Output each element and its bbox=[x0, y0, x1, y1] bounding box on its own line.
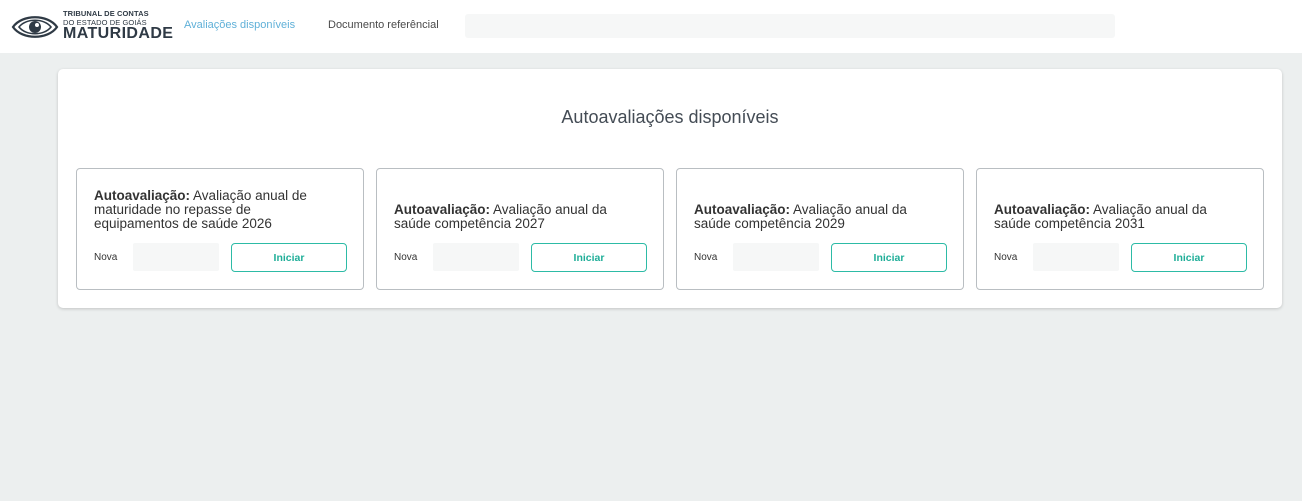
assessment-card: Autoavaliação: Avaliação anual da saúde … bbox=[976, 168, 1264, 290]
eye-logo-icon bbox=[11, 16, 59, 38]
card-title-prefix: Autoavaliação: bbox=[694, 202, 791, 217]
card-field bbox=[1033, 243, 1119, 271]
start-button[interactable]: Iniciar bbox=[531, 243, 647, 272]
assessments-panel: Autoavaliações disponíveis Autoavaliação… bbox=[58, 69, 1282, 308]
assessment-card: Autoavaliação: Avaliação anual da saúde … bbox=[376, 168, 664, 290]
assessment-card: Autoavaliação: Avaliação anual da saúde … bbox=[676, 168, 964, 290]
card-field bbox=[133, 243, 219, 271]
start-button[interactable]: Iniciar bbox=[831, 243, 947, 272]
card-title: Autoavaliação: Avaliação anual da saúde … bbox=[694, 203, 914, 231]
card-title: Autoavaliação: Avaliação anual da saúde … bbox=[994, 203, 1214, 231]
card-status: Nova bbox=[394, 252, 418, 263]
logo[interactable]: TRIBUNAL DE CONTAS DO ESTADO DE GOIÁS MA… bbox=[10, 9, 173, 45]
assessment-card: Autoavaliação: Avaliação anual de maturi… bbox=[76, 168, 364, 290]
logo-text: TRIBUNAL DE CONTAS DO ESTADO DE GOIÁS MA… bbox=[63, 10, 173, 42]
card-title: Autoavaliação: Avaliação anual da saúde … bbox=[394, 203, 614, 231]
page-title: Autoavaliações disponíveis bbox=[561, 107, 779, 127]
card-field bbox=[433, 243, 519, 271]
search-input[interactable] bbox=[465, 14, 1115, 38]
card-status: Nova bbox=[994, 252, 1018, 263]
card-title-prefix: Autoavaliação: bbox=[394, 202, 491, 217]
top-navbar: TRIBUNAL DE CONTAS DO ESTADO DE GOIÁS MA… bbox=[0, 0, 1302, 53]
nav-link-documento[interactable]: Documento referêncial bbox=[328, 19, 439, 31]
card-status: Nova bbox=[694, 252, 718, 263]
start-button[interactable]: Iniciar bbox=[231, 243, 347, 272]
card-title: Autoavaliação: Avaliação anual de maturi… bbox=[94, 189, 314, 231]
card-status: Nova bbox=[94, 252, 118, 263]
logo-line-3: MATURIDADE bbox=[63, 25, 174, 42]
card-title-prefix: Autoavaliação: bbox=[94, 188, 191, 203]
start-button[interactable]: Iniciar bbox=[1131, 243, 1247, 272]
card-title-prefix: Autoavaliação: bbox=[994, 202, 1091, 217]
logo-line-1: TRIBUNAL DE CONTAS bbox=[63, 9, 149, 18]
card-field bbox=[733, 243, 819, 271]
nav-link-avaliacoes[interactable]: Avaliações disponíveis bbox=[184, 19, 295, 31]
